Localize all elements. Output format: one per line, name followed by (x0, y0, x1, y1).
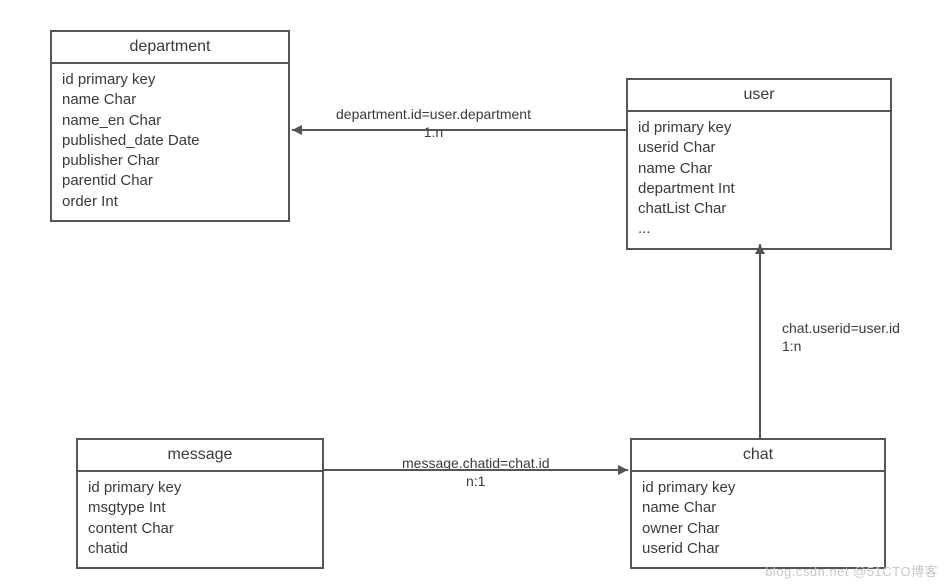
entity-message-title: message (78, 440, 322, 472)
field: chatList Char (638, 199, 880, 219)
field: publisher Char (62, 151, 278, 171)
field: chatid (88, 539, 312, 559)
entity-department: department id primary key name Char name… (50, 30, 290, 222)
field: id primary key (642, 478, 874, 498)
relation-card: 1:n (782, 338, 801, 354)
field: name Char (642, 498, 874, 518)
relation-text: chat.userid=user.id (782, 320, 900, 336)
relation-msg-chat-label: message.chatid=chat.id n:1 (402, 455, 549, 490)
entity-chat: chat id primary key name Char owner Char… (630, 438, 886, 569)
relation-chat-user-label: chat.userid=user.id 1:n (782, 320, 900, 355)
field: content Char (88, 519, 312, 539)
field: msgtype Int (88, 498, 312, 518)
relation-text: message.chatid=chat.id (402, 455, 549, 471)
entity-chat-body: id primary key name Char owner Char user… (632, 472, 884, 567)
relation-text: department.id=user.department (336, 106, 531, 122)
entity-department-title: department (52, 32, 288, 64)
watermark: blog.csdn.net @51CTO博客 (765, 561, 938, 580)
field: order Int (62, 192, 278, 212)
field: id primary key (88, 478, 312, 498)
field: userid Char (638, 138, 880, 158)
entity-user-title: user (628, 80, 890, 112)
relation-card: n:1 (466, 473, 485, 489)
entity-user-body: id primary key userid Char name Char dep… (628, 112, 890, 248)
relation-card: 1:n (424, 124, 443, 140)
entity-department-body: id primary key name Char name_en Char pu… (52, 64, 288, 220)
field: name_en Char (62, 111, 278, 131)
field: published_date Date (62, 131, 278, 151)
field: name Char (62, 90, 278, 110)
entity-message-body: id primary key msgtype Int content Char … (78, 472, 322, 567)
entity-message: message id primary key msgtype Int conte… (76, 438, 324, 569)
field: name Char (638, 159, 880, 179)
relation-dept-user-label: department.id=user.department 1:n (336, 106, 531, 141)
field: parentid Char (62, 171, 278, 191)
field: ... (638, 219, 880, 239)
field: department Int (638, 179, 880, 199)
field: userid Char (642, 539, 874, 559)
entity-chat-title: chat (632, 440, 884, 472)
field: id primary key (638, 118, 880, 138)
field: owner Char (642, 519, 874, 539)
entity-user: user id primary key userid Char name Cha… (626, 78, 892, 250)
field: id primary key (62, 70, 278, 90)
